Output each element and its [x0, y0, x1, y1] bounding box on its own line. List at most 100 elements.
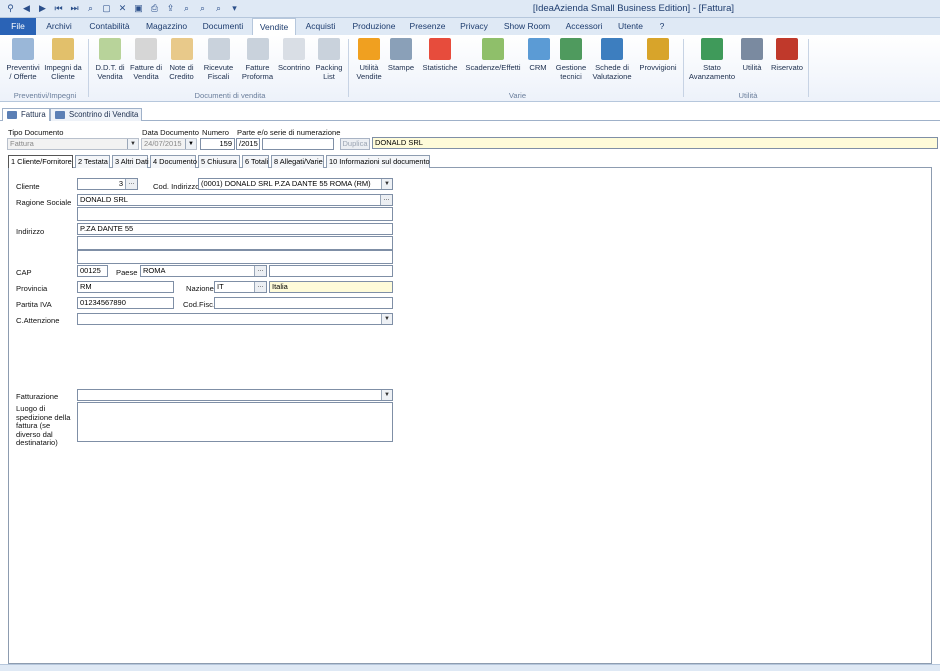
indirizzo-2-field[interactable]	[77, 236, 393, 250]
evaluation-button[interactable]: Schede di Valutazione	[590, 38, 634, 81]
customize-icon[interactable]: ▾	[228, 2, 241, 15]
commissions-button[interactable]: Provvigioni	[638, 38, 678, 72]
window-title: [IdeaAzienda Small Business Edition] - […	[532, 3, 734, 14]
receipt-button[interactable]: Ricevute Fiscali	[200, 38, 237, 81]
find-prev-icon[interactable]: ⌕	[212, 2, 225, 15]
section-tab-4[interactable]: 4 Documento	[150, 155, 197, 168]
ribbon-group-separator	[683, 39, 684, 97]
ribbon-tab-magazzino[interactable]: Magazzino	[139, 18, 194, 35]
partita-iva-field[interactable]: 01234567890	[77, 297, 174, 309]
ribbon-tab-produzione[interactable]: Produzione	[345, 18, 403, 35]
ribbon-tab-[interactable]: ?	[651, 18, 673, 35]
section-tab-7[interactable]: 8 Allegati/Varie	[271, 155, 324, 168]
ribbon-tab-accessori[interactable]: Accessori	[558, 18, 610, 35]
lookup-ellipsis-icon[interactable]: ...	[125, 179, 137, 189]
nazione-desc-field: Italia	[269, 281, 393, 293]
print-icon[interactable]: ⎙	[148, 2, 161, 15]
export-icon[interactable]: ⇪	[164, 2, 177, 15]
credit-note-button[interactable]: Note di Credito	[165, 38, 198, 81]
ribbon-tab-file[interactable]: File	[0, 18, 36, 35]
ribbon-tab-show-room[interactable]: Show Room	[497, 18, 557, 35]
section-tab-3[interactable]: 3 Altri Dati	[112, 155, 149, 168]
ragione-sociale-label: Ragione Sociale	[16, 198, 72, 207]
paese-label: Paese	[116, 268, 138, 277]
indirizzo-field[interactable]: P.ZA DANTE 55	[77, 223, 393, 235]
new-icon[interactable]: ▢	[100, 2, 113, 15]
packing-list-button[interactable]: Packing List	[314, 38, 344, 81]
ribbon-button-label: Stato	[703, 63, 721, 72]
back-icon[interactable]: ◀	[20, 2, 33, 15]
section-tab-1[interactable]: 1 Cliente/Fornitore	[8, 155, 73, 168]
duplica-button[interactable]: Duplica	[340, 138, 370, 150]
paese-field[interactable]: ROMA ...	[140, 265, 267, 277]
binoculars-icon[interactable]: ⚲	[4, 2, 17, 15]
lookup-ellipsis-icon[interactable]: ...	[254, 266, 266, 276]
invoice-button[interactable]: Fatture di Vendita	[128, 38, 164, 81]
data-documento-field[interactable]: 24/07/2015 ▼	[141, 138, 197, 150]
sales-tools-button[interactable]: Utilità Vendite	[353, 38, 385, 81]
search-icon[interactable]: ⌕	[84, 2, 97, 15]
tools-button[interactable]: Utilità	[740, 38, 764, 72]
lookup-ellipsis-icon[interactable]: ...	[380, 195, 392, 205]
doc-tab-label: Scontrino di Vendita	[69, 110, 139, 119]
ribbon-tab-documenti[interactable]: Documenti	[195, 18, 251, 35]
last-icon[interactable]: ⏭	[68, 2, 81, 15]
attenzione-select[interactable]: ▼	[77, 313, 393, 325]
cash-receipt-button[interactable]: Scontrino	[277, 38, 311, 72]
indirizzo-3-field[interactable]	[77, 250, 393, 264]
provincia-field[interactable]: RM	[77, 281, 174, 293]
ribbon-tab-presenze[interactable]: Presenze	[404, 18, 451, 35]
section-tab-5[interactable]: 5 Chiusura	[198, 155, 240, 168]
tipo-documento-select[interactable]: Fattura ▼	[7, 138, 139, 150]
deadlines-button[interactable]: Scadenze/Effetti	[464, 38, 522, 72]
ribbon-tab-vendite[interactable]: Vendite	[252, 18, 296, 35]
reserved-button[interactable]: Riservato	[768, 38, 806, 72]
ragione-sociale-field[interactable]: DONALD SRL ...	[77, 194, 393, 206]
section-tab-6[interactable]: 6 Totali	[242, 155, 269, 168]
ribbon-tab-acquisti[interactable]: Acquisti	[297, 18, 344, 35]
paese-extra-field[interactable]	[269, 265, 393, 277]
first-icon[interactable]: ⏮	[52, 2, 65, 15]
numero-field[interactable]: 159	[200, 138, 235, 150]
progress-state-button[interactable]: Stato Avanzamento	[686, 38, 738, 81]
doc-tab-scontrino[interactable]: Scontrino di Vendita	[50, 108, 143, 121]
printer-button[interactable]: Stampe	[387, 38, 415, 72]
ribbon-tab-privacy[interactable]: Privacy	[452, 18, 496, 35]
chevron-down-icon[interactable]: ▼	[381, 179, 392, 189]
quote-button[interactable]: Preventivi / Offerte	[5, 38, 41, 81]
luogo-spedizione-textarea[interactable]	[77, 402, 393, 442]
crm-button[interactable]: CRM	[528, 38, 550, 72]
section-tab-2[interactable]: 2 Testata	[75, 155, 110, 168]
technicians-button[interactable]: Gestione tecnici	[554, 38, 588, 81]
parte-extra-field[interactable]	[262, 138, 334, 150]
save-icon[interactable]: ▣	[132, 2, 145, 15]
ribbon-button-label: Vendita	[133, 72, 159, 81]
nazione-field[interactable]: IT ...	[214, 281, 267, 293]
calendar-icon[interactable]: ▼	[185, 139, 196, 149]
chevron-down-icon[interactable]: ▼	[381, 314, 392, 324]
forward-icon[interactable]: ▶	[36, 2, 49, 15]
delete-icon[interactable]: ✕	[116, 2, 129, 15]
ribbon-tab-utente[interactable]: Utente	[611, 18, 650, 35]
parte-field[interactable]: /2015	[236, 138, 260, 150]
ribbon-tab-contabilit[interactable]: Contabilità	[81, 18, 138, 35]
proforma-button[interactable]: Fatture Proforma	[240, 38, 275, 81]
cap-field[interactable]: 00125	[77, 265, 108, 277]
lookup-ellipsis-icon[interactable]: ...	[254, 282, 266, 292]
doc-tab-fattura[interactable]: Fattura	[2, 108, 50, 121]
cliente-code-field[interactable]: 3 ...	[77, 178, 138, 190]
cod-fisc-field[interactable]	[214, 297, 393, 309]
ribbon-tab-archivi[interactable]: Archivi	[38, 18, 80, 35]
cod-indirizzo-select[interactable]: (0001) DONALD SRL P.ZA DANTE 55 ROMA (RM…	[198, 178, 393, 190]
section-tab-8[interactable]: 10 Informazioni sul documento	[326, 155, 430, 168]
fatturazione-select[interactable]: ▼	[77, 389, 393, 401]
ragione-sociale-2-field[interactable]	[77, 207, 393, 221]
find-next-icon[interactable]: ⌕	[196, 2, 209, 15]
commitment-button[interactable]: Impegni da Cliente	[43, 38, 83, 81]
statistics-button[interactable]: Statistiche	[422, 38, 458, 72]
find-icon[interactable]: ⌕	[180, 2, 193, 15]
chevron-down-icon[interactable]: ▼	[127, 139, 138, 149]
ribbon-button-label: Stampe	[387, 63, 415, 72]
delivery-note-button[interactable]: D.D.T. di Vendita	[92, 38, 128, 81]
chevron-down-icon[interactable]: ▼	[381, 390, 392, 400]
